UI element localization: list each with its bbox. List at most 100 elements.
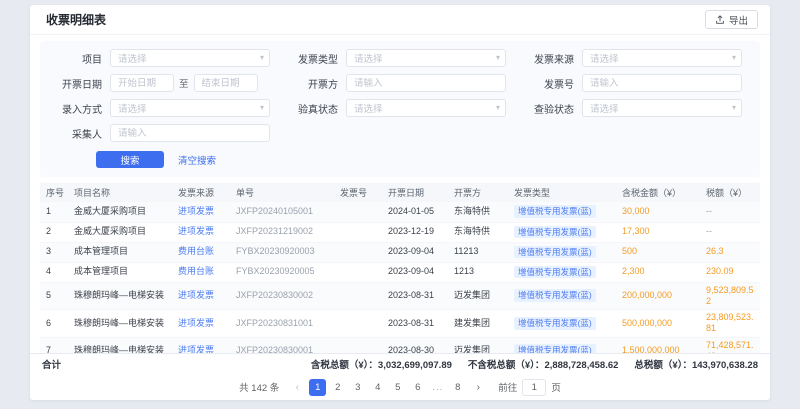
filter-label: 录入方式 (50, 101, 102, 116)
amount-with-tax: 30,000 (616, 202, 700, 222)
pagination: 共 142 条 ‹ 123456...8 › 前往 页 (30, 374, 770, 400)
invoice-detail-card: 收票明细表 导出 项目 请选择 ▾ 发票类型 (30, 5, 770, 400)
search-button[interactable]: 搜索 (96, 151, 164, 168)
tax-amount: 9,523,809.52 (700, 282, 760, 310)
goto-unit-label: 页 (551, 380, 561, 394)
goto-label: 前往 (498, 380, 517, 394)
verify-status-select[interactable]: 请选择 ▾ (346, 99, 506, 117)
issuer-name: 1213 (448, 262, 508, 282)
invoice-source-link[interactable]: 进项发票 (172, 222, 230, 242)
invoice-type-tag: 增值税专用发票(蓝) (514, 226, 596, 239)
pager-page-8[interactable]: 8 (449, 379, 466, 396)
filter-label: 发票号 (522, 76, 574, 91)
filter-project: 项目 请选择 ▾ (50, 49, 278, 67)
invoice-date: 2023-09-04 (382, 262, 448, 282)
project-name: 珠穆朗玛峰—电梯安装 (68, 282, 172, 310)
pager-page-4[interactable]: 4 (369, 379, 386, 396)
invoice-number (334, 262, 382, 282)
pagination-total: 共 142 条 (239, 380, 279, 394)
collector-field[interactable] (118, 128, 262, 139)
issuer-name: 东海特供 (448, 222, 508, 242)
pager-page-2[interactable]: 2 (329, 379, 346, 396)
invoice-source-link[interactable]: 费用台账 (172, 242, 230, 262)
pager-prev-button[interactable]: ‹ (289, 382, 305, 393)
column-header: 项目名称 (68, 183, 172, 202)
clear-search-button[interactable]: 清空搜索 (178, 153, 216, 167)
order-number: FYBX20230920003 (230, 242, 334, 262)
filter-label: 开票方 (286, 76, 338, 91)
column-header: 发票来源 (172, 183, 230, 202)
filter-verify-status: 验真状态 请选择 ▾ (286, 99, 514, 117)
filter-actions: 搜索 清空搜索 (96, 151, 750, 168)
invoice-no-input[interactable] (582, 74, 742, 92)
entry-method-select[interactable]: 请选择 ▾ (110, 99, 270, 117)
start-date-field[interactable] (118, 78, 166, 89)
issuer-name: 东海特供 (448, 202, 508, 222)
export-button-label: 导出 (729, 13, 748, 27)
start-date-input[interactable] (110, 74, 174, 92)
check-status-select[interactable]: 请选择 ▾ (582, 99, 742, 117)
chevron-down-icon: ▾ (732, 54, 736, 62)
invoice-date: 2023-08-31 (382, 310, 448, 338)
invoice-date: 2023-08-31 (382, 282, 448, 310)
pager-page-6[interactable]: 6 (409, 379, 426, 396)
pager-pages: 123456...8 (309, 379, 466, 396)
invoice-source-link[interactable]: 进项发票 (172, 282, 230, 310)
filter-invoice-date: 开票日期 至 (50, 74, 278, 92)
end-date-field[interactable] (202, 78, 250, 89)
invoice-source-select[interactable]: 请选择 ▾ (582, 49, 742, 67)
invoice-source-link[interactable]: 进项发票 (172, 337, 230, 353)
export-icon (715, 15, 725, 25)
filter-invoice-source: 发票来源 请选择 ▾ (522, 49, 750, 67)
table-row: 4成本管理项目费用台账FYBX202309200052023-09-041213… (40, 262, 760, 282)
pager-ellipsis[interactable]: ... (429, 379, 446, 396)
filter-collector: 采集人 (50, 124, 278, 142)
invoice-date: 2023-12-19 (382, 222, 448, 242)
collector-input[interactable] (110, 124, 270, 142)
filter-label: 验真状态 (286, 101, 338, 116)
export-button[interactable]: 导出 (705, 10, 758, 29)
column-header: 发票类型 (508, 183, 616, 202)
summary-totals: 含税总额（¥）：3,032,699,097.89不含税总额（¥）：2,888,7… (311, 357, 758, 371)
invoice-type-select[interactable]: 请选择 ▾ (346, 49, 506, 67)
filter-label: 项目 (50, 51, 102, 66)
amount-with-tax: 500 (616, 242, 700, 262)
project-name: 珠穆朗玛峰—电梯安装 (68, 337, 172, 353)
invoice-source-link[interactable]: 费用台账 (172, 262, 230, 282)
card-header: 收票明细表 导出 (30, 5, 770, 35)
row-index: 7 (40, 337, 68, 353)
invoice-source-link[interactable]: 进项发票 (172, 310, 230, 338)
table-row: 7珠穆朗玛峰—电梯安装进项发票JXFP202308300012023-08-30… (40, 337, 760, 353)
tax-amount: 71,428,571.43 (700, 337, 760, 353)
issuer-field[interactable] (354, 78, 498, 89)
table-row: 6珠穆朗玛峰—电梯安装进项发票JXFP202308310012023-08-31… (40, 310, 760, 338)
filter-label: 查验状态 (522, 101, 574, 116)
invoice-source-link[interactable]: 进项发票 (172, 202, 230, 222)
pager-page-5[interactable]: 5 (389, 379, 406, 396)
chevron-down-icon: ▾ (260, 104, 264, 112)
invoice-type-tag: 增值税专用发票(蓝) (514, 205, 596, 218)
invoice-type-tag: 增值税专用发票(蓝) (514, 246, 596, 259)
project-name: 金威大厦采购项目 (68, 222, 172, 242)
summary-row: 合计 含税总额（¥）：3,032,699,097.89不含税总额（¥）：2,88… (30, 353, 770, 374)
invoice-no-field[interactable] (590, 78, 734, 89)
invoice-type-tag: 增值税专用发票(蓝) (514, 344, 596, 353)
issuer-input[interactable] (346, 74, 506, 92)
column-header: 开票方 (448, 183, 508, 202)
table-row: 2金威大厦采购项目进项发票JXFP202312190022023-12-19东海… (40, 222, 760, 242)
project-select[interactable]: 请选择 ▾ (110, 49, 270, 67)
pager-next-button[interactable]: › (470, 382, 486, 393)
pager-page-3[interactable]: 3 (349, 379, 366, 396)
tax-amount: 26.3 (700, 242, 760, 262)
end-date-input[interactable] (194, 74, 258, 92)
filter-invoice-type: 发票类型 请选择 ▾ (286, 49, 514, 67)
select-placeholder: 请选择 (118, 101, 147, 115)
invoice-table: 序号项目名称发票来源单号发票号开票日期开票方发票类型含税金额（¥）税额（¥）不含… (40, 183, 760, 353)
pager-page-1[interactable]: 1 (309, 379, 326, 396)
invoice-type-cell: 增值税专用发票(蓝) (508, 310, 616, 338)
project-name: 成本管理项目 (68, 242, 172, 262)
goto-page-input[interactable] (522, 379, 546, 396)
invoice-type-tag: 增值税专用发票(蓝) (514, 317, 596, 330)
order-number: JXFP20230830001 (230, 337, 334, 353)
tax-amount: 230.09 (700, 262, 760, 282)
